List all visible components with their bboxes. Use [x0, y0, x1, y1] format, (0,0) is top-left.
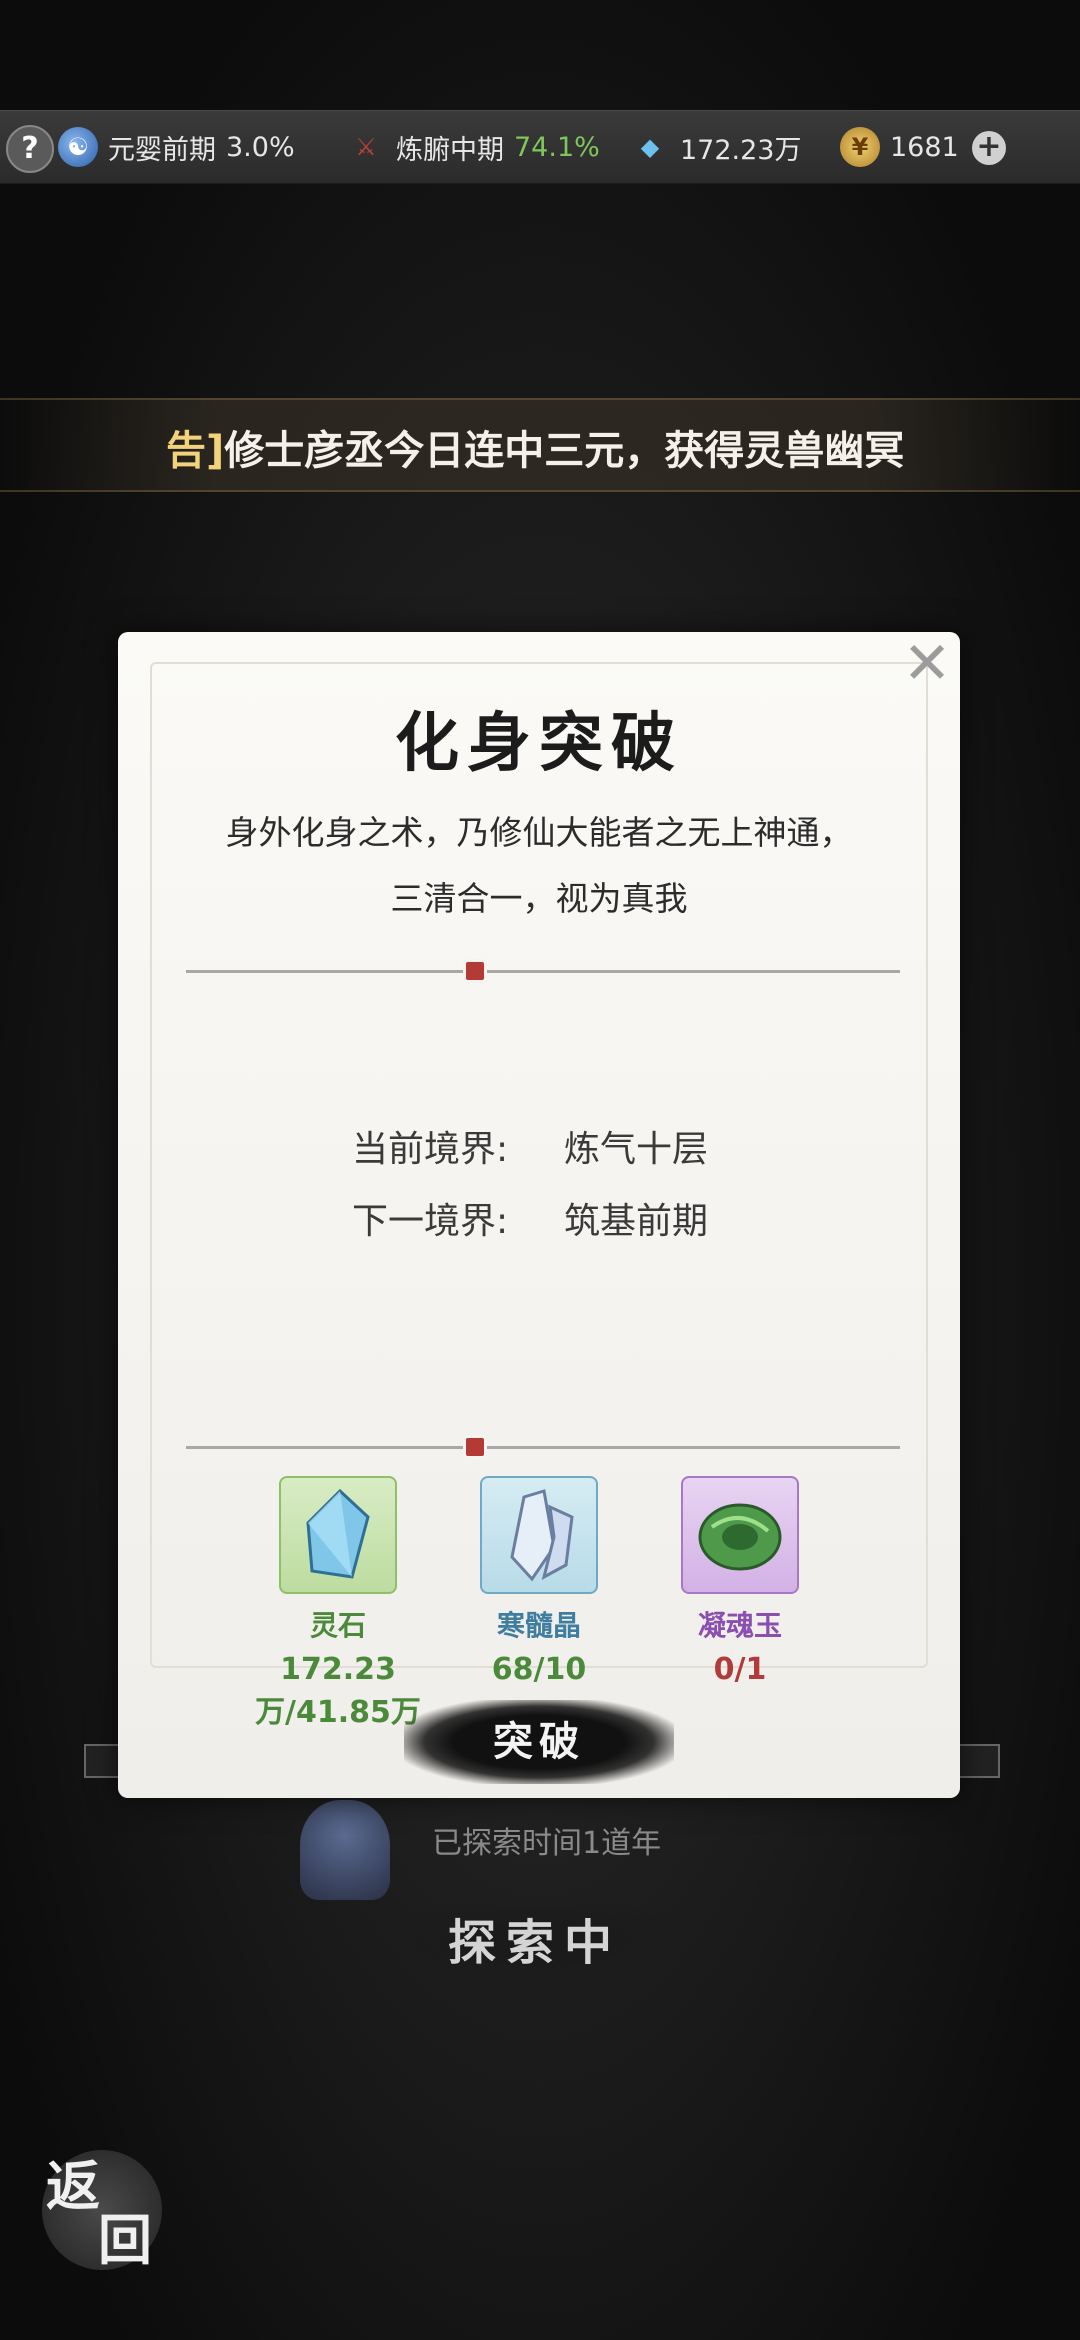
spirit-stone-icon: [279, 1476, 397, 1594]
body-realm: 炼腑中期: [396, 134, 504, 166]
top-divider: [186, 970, 900, 973]
requirement-ice-crystal[interactable]: 寒髓晶 68/10: [439, 1476, 639, 1687]
character-avatar: [300, 1800, 390, 1900]
back-button[interactable]: 返 回: [42, 2150, 162, 2272]
current-realm-value: 炼气十层: [564, 1129, 709, 1170]
exploring-button[interactable]: 探索中: [370, 1898, 700, 1988]
gold-coin-icon: ¥: [840, 127, 880, 167]
next-realm-value: 筑基前期: [564, 1201, 709, 1242]
next-realm-label: 下一境界:: [352, 1201, 509, 1242]
soul-jade-icon: [681, 1476, 799, 1594]
spirit-stone-stat: ◆ 172.23万: [630, 111, 802, 183]
announcement-body: 修士彦丞今日连中三元，获得灵兽幽冥: [224, 428, 905, 474]
cultivation-percent: 3.0%: [226, 131, 295, 163]
item-count: 68/10: [491, 1652, 587, 1687]
explore-time-text: 已探索时间1道年: [432, 1826, 662, 1861]
announcement-banner: 告]修士彦丞今日连中三元，获得灵兽幽冥: [0, 398, 1080, 492]
current-realm-label: 当前境界:: [352, 1129, 509, 1170]
yin-yang-icon: ☯: [58, 127, 98, 167]
help-button[interactable]: ?: [6, 125, 54, 173]
announcement-prefix: 告]: [166, 428, 225, 474]
breakthrough-dialog: ✕ 化身突破 身外化身之术，乃修仙大能者之无上神通， 三清合一，视为真我 当前境…: [118, 632, 960, 1798]
dialog-title: 化身突破: [395, 706, 683, 781]
spirit-stone-count: 172.23万: [680, 134, 802, 166]
dialog-description: 身外化身之术，乃修仙大能者之无上神通， 三清合一，视为真我: [178, 800, 900, 932]
announcement-text: 告]修士彦丞今日连中三元，获得灵兽幽冥: [166, 418, 926, 476]
spirit-stone-icon: ◆: [640, 133, 660, 161]
seal-icon: [466, 962, 484, 980]
requirement-soul-jade[interactable]: 凝魂玉 0/1: [640, 1476, 840, 1687]
bottom-divider: [186, 1446, 900, 1449]
item-count: 0/1: [713, 1652, 767, 1687]
body-stat: ⚔ 炼腑中期 74.1%: [346, 111, 600, 183]
breakthrough-button[interactable]: 突破: [404, 1700, 674, 1784]
gold-count: 1681: [890, 131, 959, 163]
item-name: 凝魂玉: [697, 1609, 782, 1642]
body-percent: 74.1%: [514, 131, 600, 163]
sword-icon: ⚔: [355, 133, 377, 161]
item-name: 灵石: [309, 1609, 366, 1642]
requirement-spirit-stone[interactable]: 灵石 172.23万/41.85万: [238, 1476, 438, 1731]
top-status-bar: ? ☯ 元婴前期 3.0% ⚔ 炼腑中期 74.1% ◆ 172.23万 ¥ 1…: [0, 110, 1080, 184]
seal-icon: [466, 1438, 484, 1456]
close-button[interactable]: ✕: [900, 634, 954, 692]
cultivation-realm: 元婴前期: [108, 134, 216, 166]
cultivation-stat: ☯ 元婴前期 3.0%: [58, 111, 295, 183]
ice-crystal-icon: [480, 1476, 598, 1594]
back-label-2: 回: [98, 2208, 152, 2272]
item-name: 寒髓晶: [496, 1609, 581, 1642]
add-gold-button[interactable]: +: [972, 131, 1006, 165]
back-label-1: 返: [46, 2154, 100, 2218]
gold-stat: ¥ 1681: [840, 111, 959, 183]
description-line-2: 三清合一，视为真我: [390, 879, 688, 918]
description-line-1: 身外化身之术，乃修仙大能者之无上神通，: [225, 813, 853, 852]
